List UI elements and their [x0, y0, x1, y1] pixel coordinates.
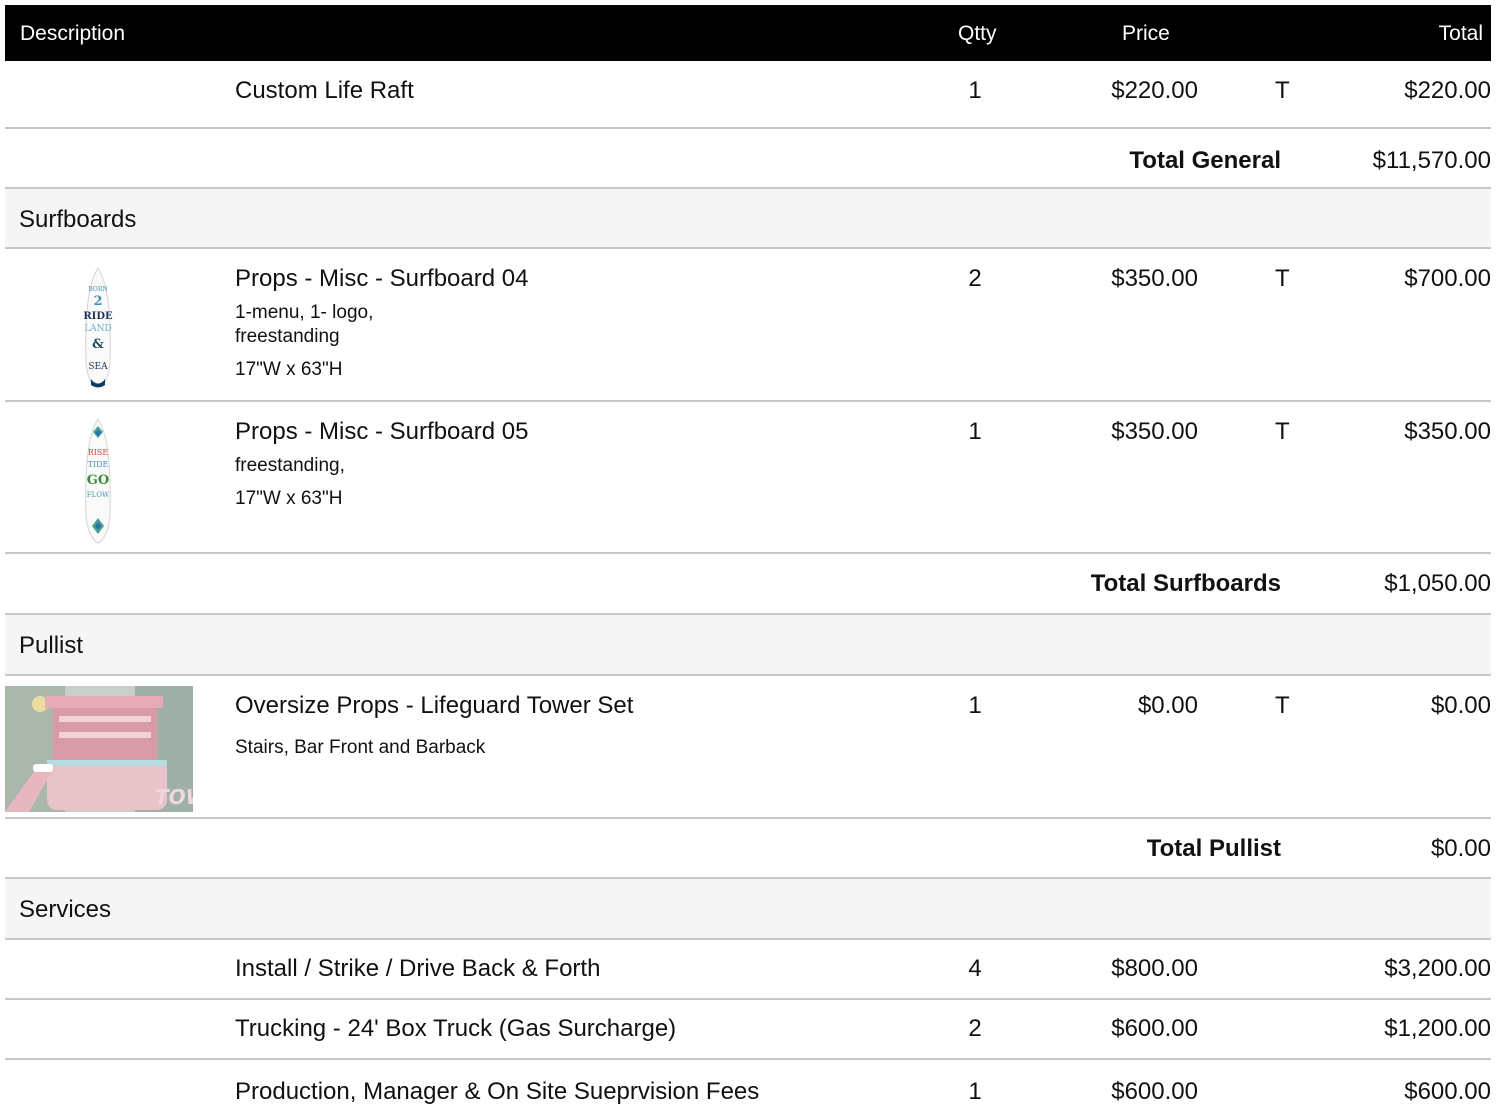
item-qty: 1	[968, 77, 982, 104]
surfboard-image: RISE TIDE GO FLOW	[85, 418, 111, 544]
item-price: $800.00	[1111, 955, 1198, 982]
surfboard-image: BORN 2 RIDE LAND & SEA	[83, 267, 113, 389]
surfboard-word: RISE	[88, 448, 109, 457]
table-row: Custom Life Raft 1 $220.00 T $220.00	[5, 61, 1491, 129]
section-name: Pullist	[19, 632, 84, 659]
section-header: Services	[5, 879, 1491, 940]
item-note: Stairs, Bar Front and Barback	[235, 737, 486, 758]
surfboard-word: SEA	[88, 362, 108, 372]
header-qtty: Qtty	[958, 22, 997, 45]
item-total: $0.00	[1430, 692, 1491, 719]
subtotal-row: Total Surfboards $1,050.00	[5, 554, 1491, 615]
surfboard-word: FLOW	[87, 491, 110, 499]
item-price: $350.00	[1111, 265, 1198, 292]
item-tax-flag: T	[1275, 692, 1290, 719]
subtotal-label: Total Surfboards	[1090, 570, 1281, 597]
surfboard-04-thumbnail: BORN 2 RIDE LAND & SEA	[83, 267, 113, 389]
item-qty: 1	[968, 418, 982, 445]
item-price: $600.00	[1111, 1078, 1198, 1105]
item-price: $0.00	[1137, 692, 1198, 719]
item-description: Install / Strike / Drive Back & Forth	[235, 955, 601, 982]
surfboard-word: TIDE	[88, 460, 109, 469]
section-name: Services	[19, 896, 112, 923]
item-price: $600.00	[1111, 1015, 1198, 1042]
surfboard-05-thumbnail: RISE TIDE GO FLOW	[83, 418, 113, 544]
section-name: Surfboards	[19, 206, 137, 233]
section-header: Surfboards	[5, 189, 1491, 249]
item-description: Custom Life Raft	[235, 77, 414, 104]
item-description: Oversize Props - Lifeguard Tower Set	[235, 692, 634, 719]
surfboard-word: GO	[87, 473, 109, 488]
item-note: freestanding,	[235, 455, 345, 476]
item-note: 17"W x 63"H	[235, 488, 343, 509]
section-header: Pullist	[5, 615, 1491, 676]
item-note: 1-menu, 1- logo,	[235, 302, 374, 323]
surfboard-word: &	[92, 337, 104, 352]
header-price: Price	[1122, 22, 1170, 45]
subtotal-row: Total General $11,570.00	[5, 129, 1491, 189]
table-row: Install / Strike / Drive Back & Forth 4 …	[5, 940, 1491, 1000]
table-row: Production, Manager & On Site Sueprvisio…	[5, 1060, 1491, 1120]
surfboard-word: BORN	[88, 286, 107, 293]
table-row: BORN 2 RIDE LAND & SEA Props - Misc - Su…	[5, 249, 1491, 402]
item-total: $1,200.00	[1384, 1015, 1491, 1042]
item-note: 17"W x 63"H	[235, 359, 343, 380]
lifeguard-tower-image: TOW	[5, 686, 193, 812]
item-tax-flag: T	[1275, 77, 1290, 104]
table-row: RISE TIDE GO FLOW Props - Misc - Surfboa…	[5, 402, 1491, 554]
item-total: $700.00	[1404, 265, 1491, 292]
surfboard-word: LAND	[84, 324, 112, 334]
surfboard-word: 2	[93, 294, 102, 309]
item-qty: 4	[968, 955, 982, 982]
item-total: $600.00	[1404, 1078, 1491, 1105]
item-price: $220.00	[1111, 77, 1198, 104]
header-total: Total	[1438, 22, 1483, 45]
surfboard-word: RIDE	[83, 311, 113, 322]
item-total: $350.00	[1404, 418, 1491, 445]
item-qty: 2	[968, 1015, 982, 1042]
item-description: Props - Misc - Surfboard 04	[235, 265, 529, 292]
subtotal-label: Total Pullist	[1146, 835, 1281, 862]
item-total: $3,200.00	[1384, 955, 1491, 982]
header-description: Description	[20, 22, 126, 45]
item-qty: 2	[968, 265, 982, 292]
subtotal-value: $0.00	[1430, 835, 1491, 862]
subtotal-label: Total General	[1129, 147, 1281, 174]
item-qty: 1	[968, 692, 982, 719]
item-description: Trucking - 24' Box Truck (Gas Surcharge)	[235, 1015, 677, 1042]
item-tax-flag: T	[1275, 418, 1290, 445]
table-row: Trucking - 24' Box Truck (Gas Surcharge)…	[5, 1000, 1491, 1060]
item-note: freestanding	[235, 326, 340, 347]
subtotal-value: $1,050.00	[1384, 570, 1491, 597]
item-description: Production, Manager & On Site Sueprvisio…	[235, 1078, 760, 1105]
table-header: Description Qtty Price Total	[5, 5, 1491, 61]
item-qty: 1	[968, 1078, 982, 1105]
item-description: Props - Misc - Surfboard 05	[235, 418, 529, 445]
svg-text:TOW: TOW	[155, 785, 193, 809]
item-price: $350.00	[1111, 418, 1198, 445]
invoice-table: Description Qtty Price Total Custom Life…	[5, 5, 1491, 1120]
item-tax-flag: T	[1275, 265, 1290, 292]
subtotal-value: $11,570.00	[1372, 147, 1491, 174]
item-total: $220.00	[1404, 77, 1491, 104]
table-row: TOW Oversize Props - Lifeguard Tower Set…	[5, 676, 1491, 819]
lifeguard-tower-photo: TOW	[5, 686, 193, 812]
subtotal-row: Total Pullist $0.00	[5, 819, 1491, 879]
